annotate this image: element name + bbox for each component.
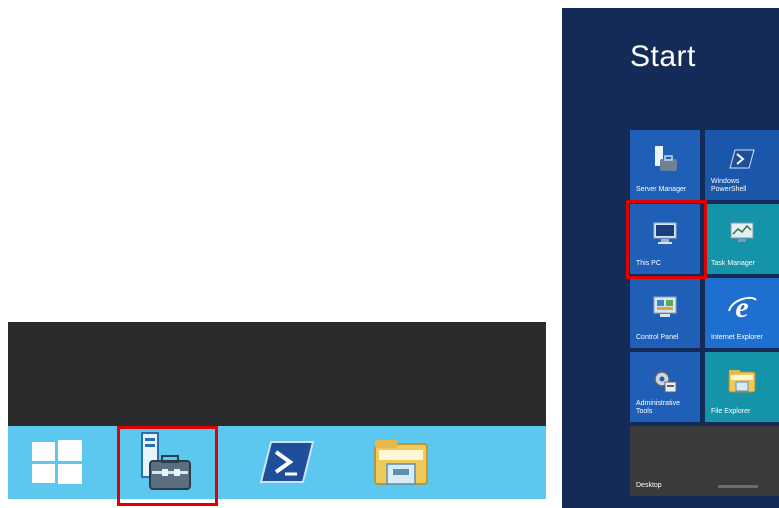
tile-label: Task Manager (711, 260, 755, 267)
administrative-tools-icon (654, 371, 677, 393)
tile-label: Internet Explorer (711, 334, 763, 341)
file-explorer-icon (374, 440, 428, 485)
tile-label: Server Manager (636, 186, 687, 193)
server-manager-icon (655, 146, 677, 171)
tile-file-explorer[interactable]: File Explorer (705, 352, 779, 422)
tile-control-panel[interactable]: Control Panel (630, 278, 700, 348)
task-manager-icon (730, 222, 754, 242)
tile-label: File Explorer (711, 408, 751, 415)
desktop-area (8, 322, 546, 426)
server-manager-taskbar-button[interactable] (132, 430, 194, 494)
tile-label: This PC (636, 260, 661, 267)
windows-logo-icon (32, 440, 82, 484)
internet-explorer-icon: e (728, 291, 757, 323)
server-manager-icon (141, 432, 191, 490)
start-screen: Start Server Manager Windows PowerShell (562, 8, 779, 508)
tile-label: Windows PowerShell (711, 178, 747, 193)
desktop-tile-watermark (718, 485, 758, 488)
tile-this-pc[interactable]: This PC (630, 204, 700, 274)
tile-desktop[interactable]: Desktop (630, 426, 779, 496)
file-explorer-taskbar-button[interactable] (370, 436, 432, 488)
tile-administrative-tools[interactable]: Administrative Tools (630, 352, 700, 422)
taskbar (8, 426, 546, 499)
control-panel-icon (653, 296, 677, 317)
computer-icon (653, 222, 677, 244)
tile-label: Administrative Tools (636, 400, 680, 415)
powershell-taskbar-button[interactable] (256, 436, 318, 488)
tile-internet-explorer[interactable]: e Internet Explorer (705, 278, 779, 348)
svg-text:e: e (735, 291, 748, 323)
powershell-icon (259, 441, 315, 483)
tile-task-manager[interactable]: Task Manager (705, 204, 779, 274)
powershell-icon (729, 149, 755, 169)
tile-windows-powershell[interactable]: Windows PowerShell (705, 130, 779, 200)
file-explorer-icon (728, 370, 756, 393)
start-button[interactable] (26, 436, 88, 488)
start-title: Start (630, 40, 696, 73)
tile-server-manager[interactable]: Server Manager (630, 130, 700, 200)
tile-label: Control Panel (636, 334, 679, 341)
taskbar-panel (8, 322, 546, 499)
